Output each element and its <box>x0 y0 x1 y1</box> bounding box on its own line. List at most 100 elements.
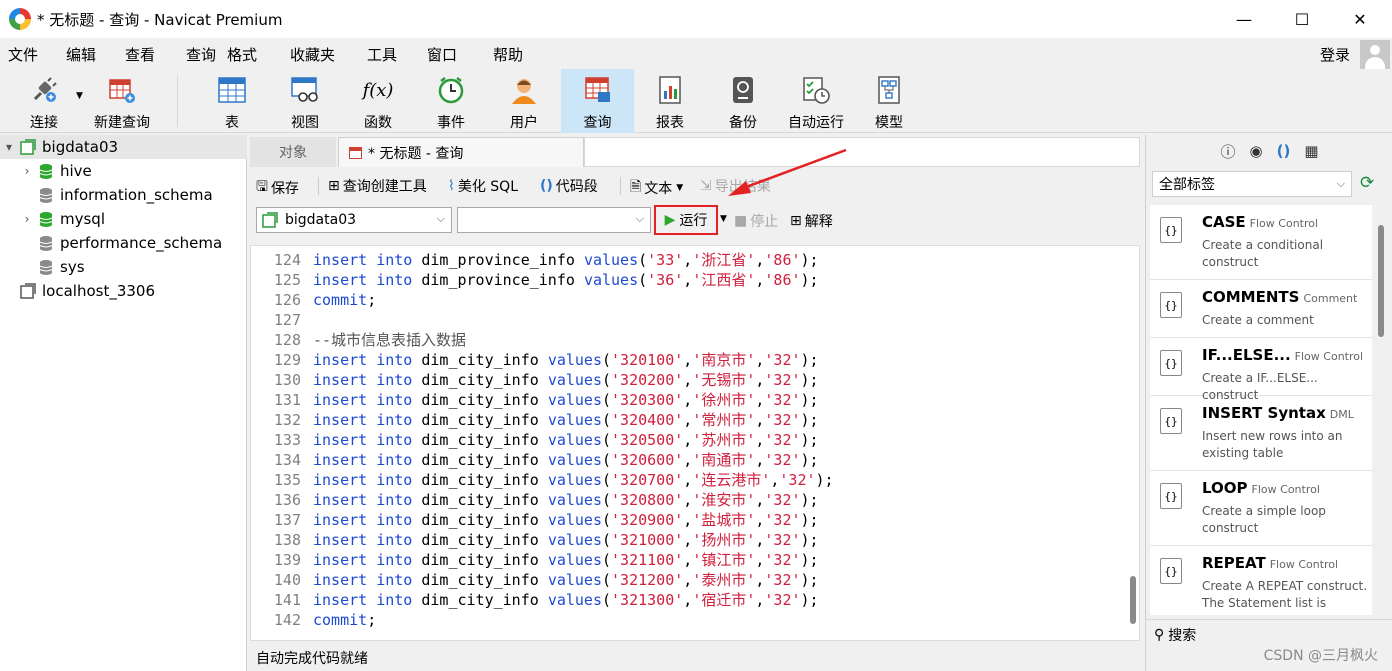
grid-icon[interactable]: ▦ <box>1304 142 1318 160</box>
snippet-item[interactable]: {} IF...ELSE... Flow Control Create a IF.… <box>1150 338 1372 402</box>
code-snippet-button[interactable]: () 代码段 <box>540 176 598 196</box>
braces-icon[interactable]: () <box>1277 142 1291 160</box>
line-number: 126 <box>273 291 301 309</box>
code-text: insert into dim_city_info values('320800… <box>313 491 819 509</box>
snippet-item[interactable]: {} COMMENTS Comment Create a comment <box>1150 280 1372 338</box>
tree-connection-localhost[interactable]: localhost_3306 <box>0 279 247 303</box>
menu-tools[interactable]: 工具 <box>367 44 397 65</box>
database-closed-icon <box>39 236 53 251</box>
menu-help[interactable]: 帮助 <box>493 44 523 65</box>
query-toolbar: 🖫 保存 ⊞ 查询创建工具 ⌇ 美化 SQL () 代码段 🗎 文本 ▼ ⇲ 导出结果 <box>250 171 1140 201</box>
tree-db-information-schema[interactable]: information_schema <box>0 183 247 207</box>
model-button[interactable]: 模型 <box>855 69 923 133</box>
user-avatar-icon[interactable] <box>1360 40 1390 70</box>
save-button[interactable]: 🖫 保存 <box>256 176 299 200</box>
panel-tabs: ⓘ ◉ () ▦ <box>1146 135 1392 167</box>
code-line: 138 insert into dim_city_info values('321… <box>251 530 1121 550</box>
expand-chevron-icon[interactable]: › <box>20 164 34 178</box>
stop-button[interactable]: ■ 停止 <box>734 211 778 231</box>
minimize-button[interactable]: — <box>1216 0 1272 38</box>
connection-select[interactable]: bigdata03 ⌵ <box>256 207 452 233</box>
table-label: 表 <box>225 115 239 131</box>
report-label: 报表 <box>656 115 684 131</box>
plug-icon <box>29 75 59 105</box>
connection-icon <box>262 212 278 228</box>
line-number: 133 <box>273 431 301 449</box>
tab-objects[interactable]: 对象 <box>250 137 336 167</box>
run-button[interactable]: ▶ 运行 <box>654 205 718 235</box>
model-label: 模型 <box>875 115 903 131</box>
connection-tree: ▾ bigdata03 › hive information_schema › … <box>0 135 247 671</box>
automation-button[interactable]: 自动运行 <box>782 69 850 133</box>
code-text: insert into dim_city_info values('320100… <box>313 351 819 369</box>
editor-scrollbar[interactable] <box>1130 576 1136 624</box>
code-line: 135 insert into dim_city_info values('320… <box>251 470 1121 490</box>
line-number: 130 <box>273 371 301 389</box>
snippet-icon: {} <box>1160 217 1182 243</box>
menu-file[interactable]: 文件 <box>8 44 38 65</box>
tab-query[interactable]: * 无标题 - 查询 <box>338 137 584 167</box>
view-button[interactable]: 视图 <box>271 69 339 133</box>
code-text: insert into dim_city_info values('320700… <box>313 471 834 489</box>
function-button[interactable]: f(x) 函数 <box>344 69 412 133</box>
save-icon: 🖫 <box>256 179 268 195</box>
explain-button[interactable]: ⊞ 解释 <box>790 211 833 231</box>
code-text: insert into dim_city_info values('320500… <box>313 431 819 449</box>
snippet-item[interactable]: {} CASE Flow Control Create a conditional… <box>1150 205 1372 280</box>
query-builder-button[interactable]: ⊞ 查询创建工具 <box>328 176 427 196</box>
table-icon <box>217 75 247 105</box>
tag-filter-select[interactable]: 全部标签 ⌵ <box>1152 171 1352 197</box>
stop-icon: ■ <box>734 213 748 229</box>
report-button[interactable]: 报表 <box>636 69 704 133</box>
export-results-button[interactable]: ⇲ 导出结果 <box>700 176 771 196</box>
tree-connection-bigdata03[interactable]: ▾ bigdata03 <box>0 135 247 159</box>
maximize-button[interactable]: ☐ <box>1274 0 1330 38</box>
code-text: insert into dim_city_info values('321200… <box>313 571 819 589</box>
menu-window[interactable]: 窗口 <box>427 44 457 65</box>
expand-chevron-icon[interactable]: › <box>20 212 34 226</box>
refresh-icon[interactable]: ⟳ <box>1360 173 1382 195</box>
tree-db-sys[interactable]: sys <box>0 255 247 279</box>
new-query-button[interactable]: 新建查询 <box>88 69 156 133</box>
tree-db-mysql[interactable]: › mysql <box>0 207 247 231</box>
database-select[interactable]: ⌵ <box>457 207 651 233</box>
collapse-chevron-icon[interactable]: ▾ <box>2 140 16 154</box>
table-button[interactable]: 表 <box>198 69 266 133</box>
snippet-scrollbar[interactable] <box>1378 225 1384 337</box>
snippet-item[interactable]: {} LOOP Flow Control Create a simple loop… <box>1150 471 1372 546</box>
line-number: 136 <box>273 491 301 509</box>
backup-button[interactable]: 备份 <box>709 69 777 133</box>
login-link[interactable]: 登录 <box>1320 44 1350 65</box>
snippet-item[interactable]: {} REPEAT Flow Control Create A REPEAT co… <box>1150 546 1372 615</box>
snippet-icon: {} <box>1160 350 1182 376</box>
database-open-icon <box>39 212 53 227</box>
close-button[interactable]: ✕ <box>1332 0 1388 38</box>
menu-view[interactable]: 查看 <box>125 44 155 65</box>
line-number: 131 <box>273 391 301 409</box>
run-dropdown-icon[interactable]: ▼ <box>720 214 727 224</box>
user-button[interactable]: 用户 <box>490 69 558 133</box>
sql-editor[interactable]: 124 insert into dim_province_info values(… <box>250 245 1140 641</box>
menu-format[interactable]: 格式 <box>227 44 257 65</box>
function-label: 函数 <box>364 115 392 131</box>
title-bar: * 无标题 - 查询 - Navicat Premium — ☐ ✕ <box>0 0 1392 38</box>
menu-query[interactable]: 查询 <box>186 44 216 65</box>
code-line: 141 insert into dim_city_info values('321… <box>251 590 1121 610</box>
tree-db-performance-schema[interactable]: performance_schema <box>0 231 247 255</box>
eye-icon[interactable]: ◉ <box>1250 142 1263 160</box>
menu-favorites[interactable]: 收藏夹 <box>290 44 335 65</box>
query-button[interactable]: 查询 <box>561 69 634 133</box>
beautify-sql-button[interactable]: ⌇ 美化 SQL <box>448 176 518 196</box>
tree-db-hive[interactable]: › hive <box>0 159 247 183</box>
snippet-item[interactable]: {} INSERT Syntax DML Insert new rows into… <box>1150 396 1372 471</box>
connect-dropdown-icon[interactable]: ▼ <box>76 91 83 101</box>
connect-button[interactable]: 连接 <box>10 69 78 133</box>
database-closed-icon <box>39 260 53 275</box>
event-button[interactable]: 事件 <box>417 69 485 133</box>
text-button[interactable]: 🗎 文本 ▼ <box>630 176 683 200</box>
toolbar-separator <box>318 177 319 195</box>
info-icon[interactable]: ⓘ <box>1220 141 1235 162</box>
tab-strip-empty <box>584 137 1140 167</box>
menu-edit[interactable]: 编辑 <box>66 44 96 65</box>
new-query-icon <box>107 75 137 105</box>
